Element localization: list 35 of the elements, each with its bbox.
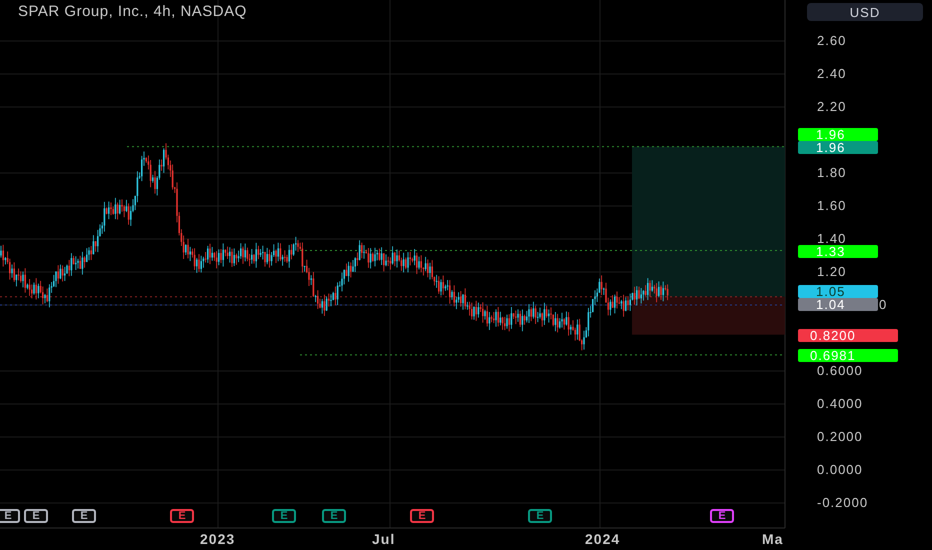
price-tick: 0.2000 (817, 429, 863, 445)
price-label: 0.6981 (798, 348, 898, 362)
price-tick: 1.40 (817, 231, 846, 246)
currency-button[interactable]: USD (807, 3, 923, 21)
earnings-marker[interactable]: E (272, 509, 296, 523)
earnings-marker[interactable]: E (72, 509, 96, 523)
time-label: Ma (762, 531, 784, 547)
time-label: 2023 (200, 531, 236, 547)
price-tick: 0.4000 (817, 396, 863, 412)
price-tick: 1.80 (817, 165, 846, 181)
price-tick: -0.2000 (817, 495, 868, 511)
earnings-marker[interactable]: E (410, 509, 434, 523)
earnings-marker[interactable]: E (0, 509, 20, 523)
earnings-marker[interactable]: E (24, 509, 48, 523)
price-tick: 2.20 (817, 99, 846, 115)
price-label: 1.33 (798, 244, 878, 258)
earnings-marker[interactable]: E (322, 509, 346, 523)
price-tick: 0.0000 (817, 462, 863, 478)
earnings-marker[interactable]: E (528, 509, 552, 523)
earnings-marker[interactable]: E (710, 509, 734, 523)
price-tick: 2.60 (817, 33, 846, 49)
price-tick: 0 (879, 297, 888, 313)
earnings-marker[interactable]: E (170, 509, 194, 523)
price-tick: 1.60 (817, 198, 846, 214)
price-label: 0.8200 (798, 328, 898, 342)
price-tick: 0.6000 (817, 363, 863, 379)
price-label: 1.96 (798, 128, 878, 142)
time-label: 2024 (585, 531, 620, 547)
price-tick: 2.40 (817, 66, 846, 82)
price-label: 1.96 (798, 140, 878, 154)
price-label: 1.05 (798, 284, 878, 298)
chart-title: SPAR Group, Inc., 4h, NASDAQ (18, 3, 247, 20)
price-label: 1.04 (798, 298, 878, 312)
price-tick: 1.20 (817, 264, 846, 280)
time-label: Jul (372, 531, 396, 547)
